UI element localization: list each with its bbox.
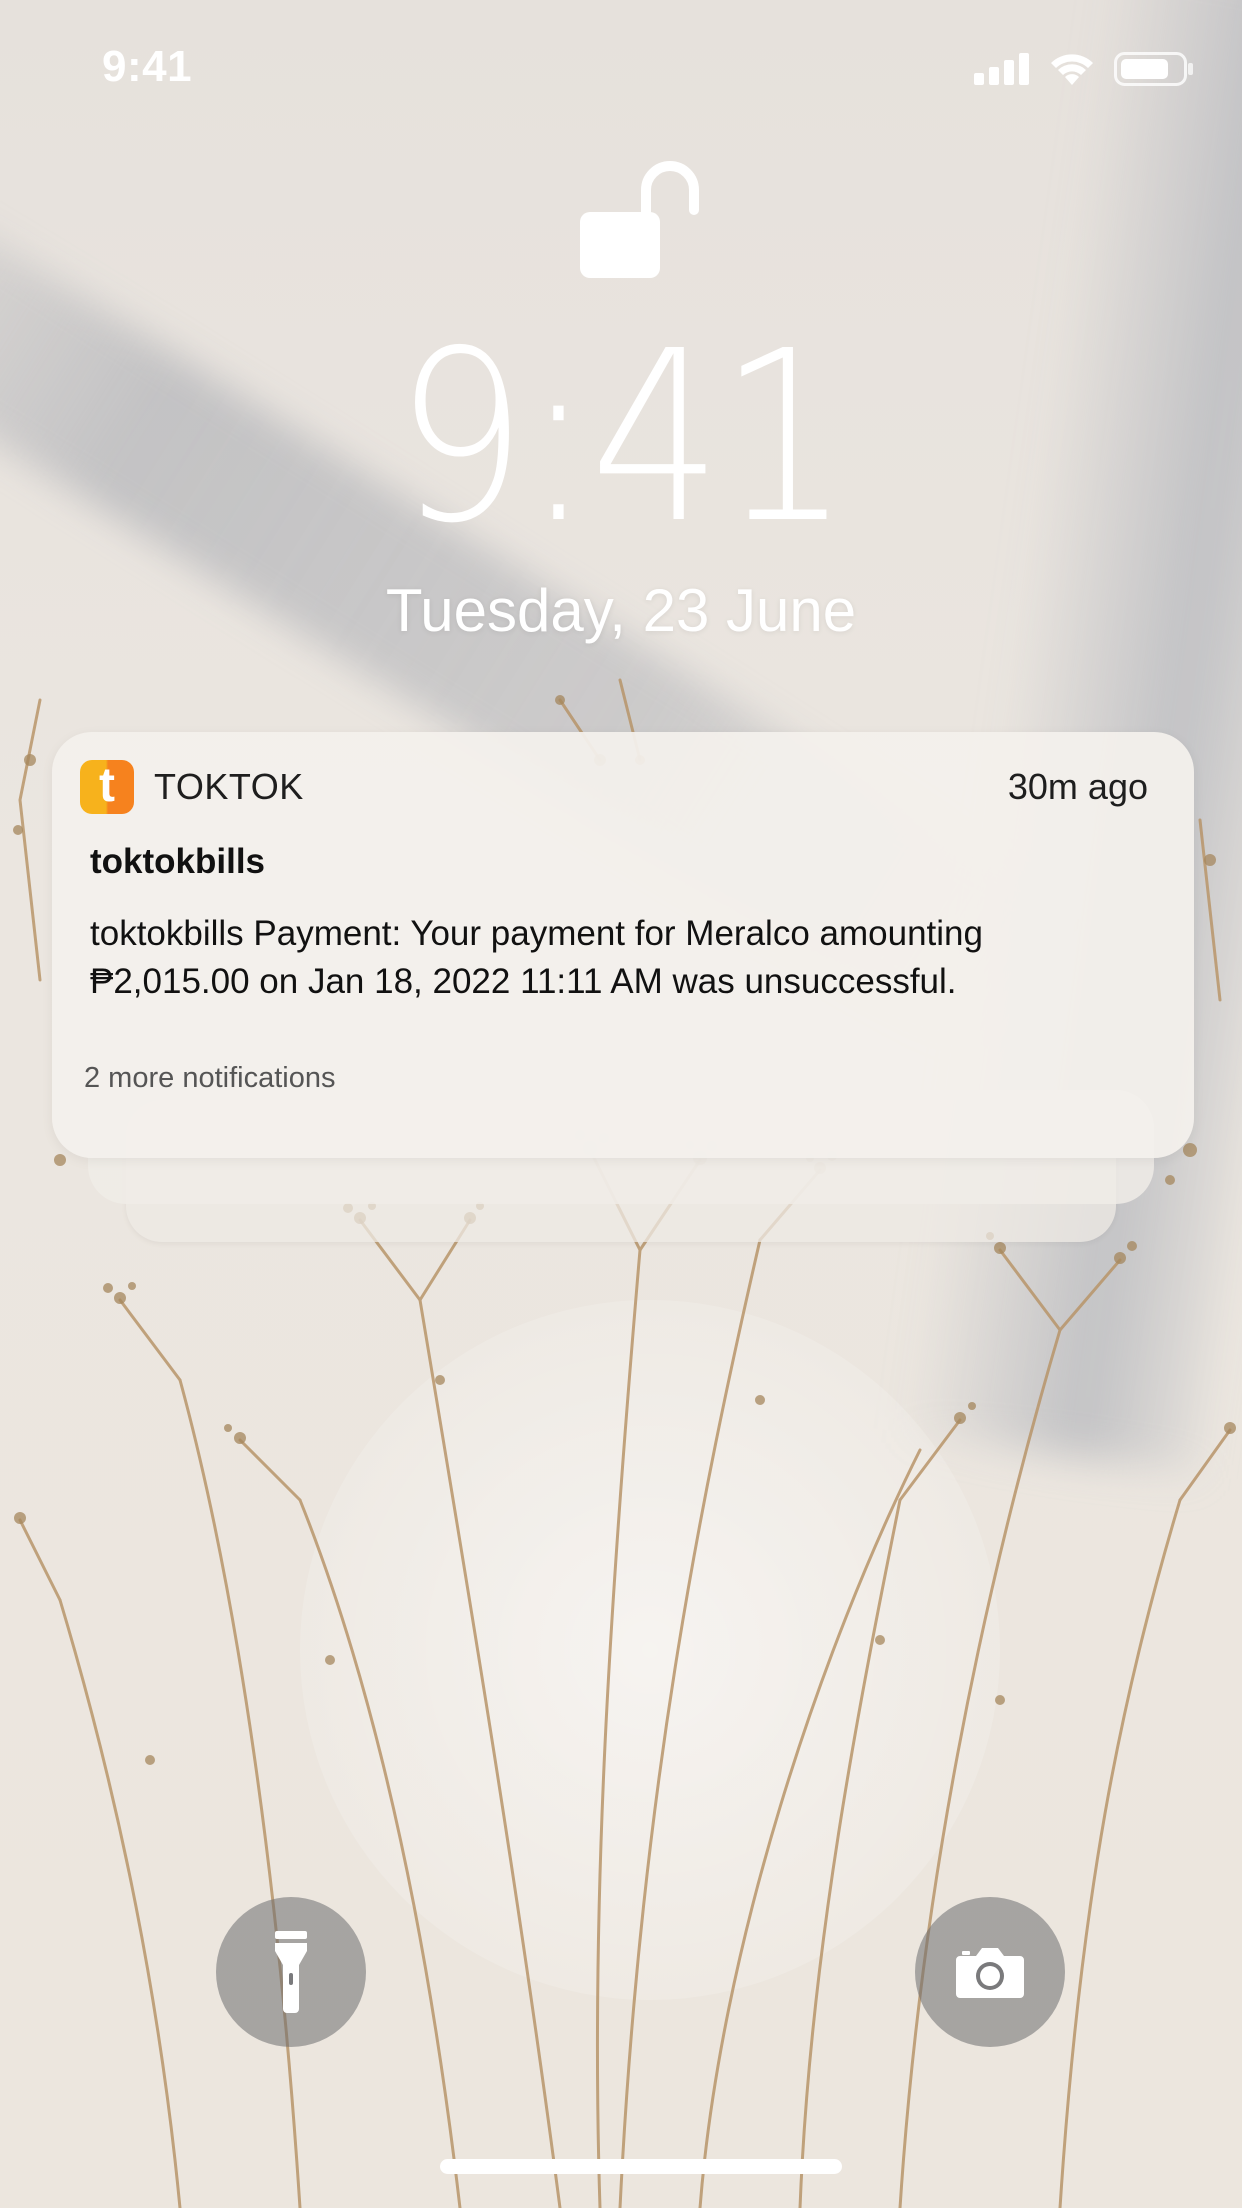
notification-time: 30m ago <box>1007 766 1148 807</box>
status-time: 9:41 <box>102 42 193 91</box>
battery-icon <box>1114 52 1193 86</box>
camera-button[interactable] <box>915 1897 1065 2047</box>
notification-body: toktokbills Payment: Your payment for Me… <box>90 914 983 1001</box>
unlocked-padlock-icon <box>580 161 699 278</box>
home-indicator[interactable] <box>440 2159 842 2174</box>
app-icon-letter: t <box>99 760 115 812</box>
status-icons <box>974 52 1194 86</box>
notification-app-name: TOKTOK <box>154 766 304 807</box>
notification-card[interactable]: t TOKTOK 30m ago toktokbills toktokbills… <box>52 732 1194 1158</box>
wifi-icon <box>1051 54 1093 85</box>
status-bar: 9:41 <box>0 0 1242 140</box>
lock-screen-date: Tuesday, 23 June <box>385 577 857 644</box>
more-notifications-label[interactable]: 2 more notifications <box>84 1062 335 1095</box>
flashlight-button[interactable] <box>216 1897 366 2047</box>
notification-title: toktokbills <box>90 842 266 881</box>
camera-icon <box>956 1948 1024 1998</box>
toktok-app-icon: t <box>80 760 134 814</box>
flashlight-icon <box>275 1931 307 2013</box>
lock-screen-time: 9:41 <box>394 300 851 575</box>
cellular-signal-icon <box>974 53 1029 85</box>
